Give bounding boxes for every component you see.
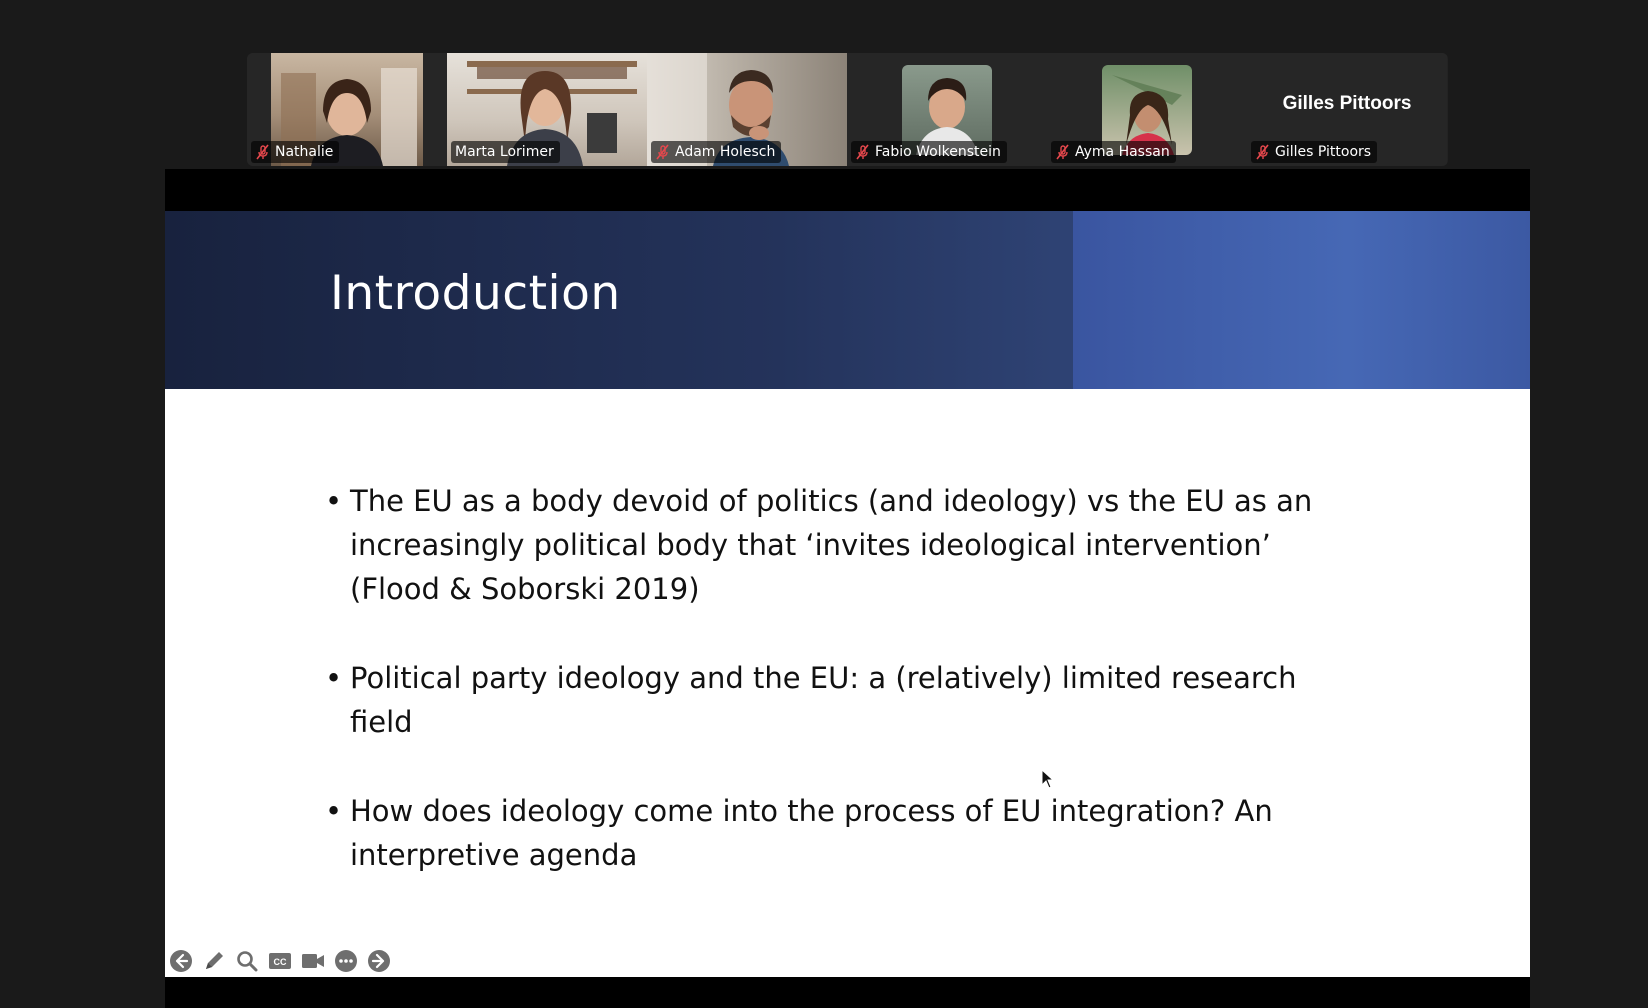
participant-nameplate: Adam Holesch [651,141,782,163]
participant-name: Adam Holesch [675,144,776,160]
muted-mic-icon [1056,144,1069,160]
previous-slide-button[interactable] [169,949,193,973]
next-slide-button[interactable] [367,949,391,973]
slide-header-banner: Introduction [165,211,1530,389]
video-button[interactable] [301,949,325,973]
pen-button[interactable] [202,949,226,973]
slideshow-toolbar: CC [169,949,391,973]
muted-mic-icon [1256,144,1269,160]
zoom-icon [237,951,258,972]
closed-caption-icon: CC [269,953,291,969]
zoom-button[interactable] [235,949,259,973]
previous-slide-icon [170,950,192,972]
participant-nameplate: Fabio Wolkenstein [851,141,1007,163]
slide-bullet: How does ideology come into the process … [325,789,1345,877]
participant-name: Gilles Pittoors [1275,144,1372,160]
participant-tile-ayma-hassan[interactable]: Ayma Hassan [1047,53,1247,166]
muted-mic-icon [656,144,669,160]
slide-bullet-list: The EU as a body devoid of politics (and… [325,479,1345,922]
participant-nameplate: Marta Lorimer [451,141,560,163]
closed-caption-button[interactable]: CC [268,949,292,973]
meeting-window: Nathalie Marta Lorimer Adam Holesch Fabi… [0,0,1648,1008]
slide-bullet: Political party ideology and the EU: a (… [325,656,1345,744]
participant-tile-fabio-wolkenstein[interactable]: Fabio Wolkenstein [847,53,1047,166]
muted-mic-icon [856,144,869,160]
pen-icon [206,952,223,969]
more-options-icon [335,950,357,972]
muted-mic-icon [256,144,269,160]
mouse-pointer-icon [1041,769,1055,789]
participant-nameplate: Ayma Hassan [1051,141,1176,163]
next-slide-icon [368,950,390,972]
participant-name: Fabio Wolkenstein [875,144,1001,160]
cc-label: CC [274,957,287,967]
participant-tile-marta-lorimer[interactable]: Marta Lorimer [447,53,647,166]
participant-strip: Nathalie Marta Lorimer Adam Holesch Fabi… [247,53,1448,166]
participant-avatar-name: Gilles Pittoors [1282,93,1412,114]
participant-tile-gilles-pittoors[interactable]: Gilles Pittoors Gilles Pittoors [1247,53,1447,166]
more-options-button[interactable] [334,949,358,973]
participant-tile-nathalie[interactable]: Nathalie [247,53,447,166]
slide-title: Introduction [330,266,621,321]
participant-name: Marta Lorimer [455,144,554,160]
participant-nameplate: Nathalie [251,141,340,163]
participant-name: Nathalie [275,144,334,160]
slide-bullet: The EU as a body devoid of politics (and… [325,479,1345,611]
presentation-slide: Introduction The EU as a body devoid of … [165,211,1530,977]
video-icon [302,954,324,968]
participant-name: Ayma Hassan [1075,144,1170,160]
participant-nameplate: Gilles Pittoors [1251,141,1378,163]
participant-tile-adam-holesch[interactable]: Adam Holesch [647,53,847,166]
slide-header-accent [1073,211,1530,389]
shared-screen: Introduction The EU as a body devoid of … [165,169,1530,1008]
